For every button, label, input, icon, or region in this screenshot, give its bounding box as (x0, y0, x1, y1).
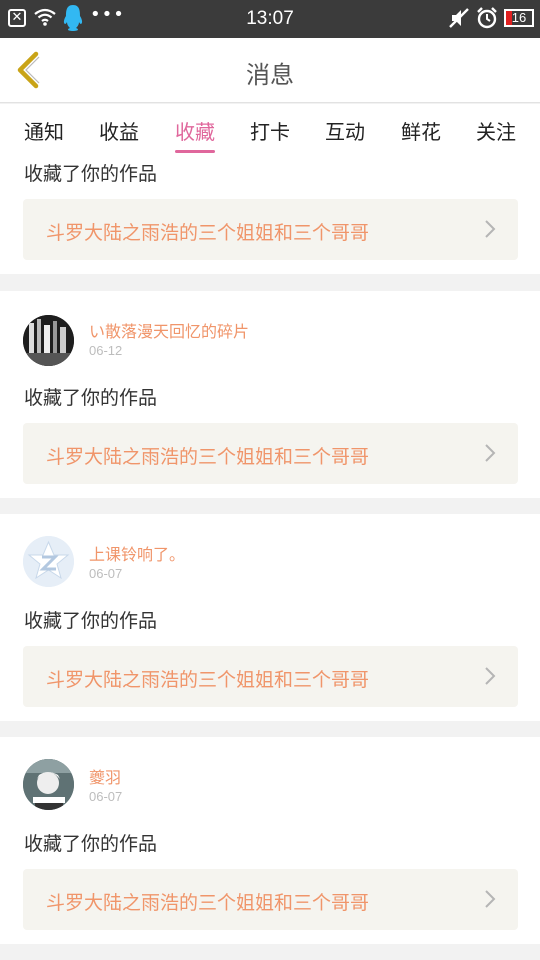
chevron-right-icon (485, 890, 496, 908)
work-title: 斗罗大陆之雨浩的三个姐姐和三个哥哥 (46, 446, 370, 468)
default-avatar-icon (23, 536, 74, 587)
avatar[interactable] (23, 315, 74, 366)
list-item: 夔羽 06-07 收藏了你的作品 斗罗大陆之雨浩的三个姐姐和三个哥哥 (0, 737, 540, 944)
alarm-icon (477, 7, 497, 29)
list-item: 收藏了你的作品 斗罗大陆之雨浩的三个姐姐和三个哥哥 (0, 156, 540, 274)
username[interactable]: 上课铃响了。 (89, 541, 185, 565)
status-bar: ✕ ••• 13:07 16 (0, 0, 540, 38)
tab-following[interactable]: 关注 (466, 116, 526, 145)
message-text: 收藏了你的作品 (24, 387, 158, 409)
mute-icon (449, 8, 469, 28)
tab-flowers[interactable]: 鲜花 (391, 116, 451, 145)
app-header: 消息 (0, 38, 540, 103)
work-title: 斗罗大陆之雨浩的三个姐姐和三个哥哥 (46, 892, 370, 914)
battery-level: 16 (511, 10, 527, 25)
tab-earnings[interactable]: 收益 (89, 116, 149, 145)
avatar[interactable] (23, 759, 74, 810)
message-text: 收藏了你的作品 (24, 833, 158, 855)
battery-icon: 16 (504, 9, 534, 27)
chevron-right-icon (485, 444, 496, 462)
work-link[interactable]: 斗罗大陆之雨浩的三个姐姐和三个哥哥 (23, 646, 518, 707)
avatar[interactable] (23, 536, 74, 587)
work-link[interactable]: 斗罗大陆之雨浩的三个姐姐和三个哥哥 (23, 423, 518, 484)
work-title: 斗罗大陆之雨浩的三个姐姐和三个哥哥 (46, 669, 370, 691)
tab-favorites[interactable]: 收藏 (165, 116, 225, 153)
page-title: 消息 (246, 61, 294, 89)
timestamp: 06-07 (89, 566, 123, 581)
tab-interaction[interactable]: 互动 (315, 116, 375, 145)
message-text: 收藏了你的作品 (24, 610, 158, 632)
list-item: い散落漫天回忆的碎片 06-12 收藏了你的作品 斗罗大陆之雨浩的三个姐姐和三个… (0, 291, 540, 498)
list-item: 上课铃响了。 06-07 收藏了你的作品 斗罗大陆之雨浩的三个姐姐和三个哥哥 (0, 514, 540, 721)
tab-notifications[interactable]: 通知 (14, 116, 74, 145)
timestamp: 06-12 (89, 343, 123, 358)
work-link[interactable]: 斗罗大陆之雨浩的三个姐姐和三个哥哥 (23, 199, 518, 260)
avatar-image (23, 759, 74, 810)
tab-bar: 通知 收益 收藏 打卡 互动 鲜花 关注 (0, 104, 540, 156)
message-text: 收藏了你的作品 (24, 163, 158, 185)
avatar-image (23, 315, 74, 366)
timestamp: 06-07 (89, 789, 123, 804)
username[interactable]: 夔羽 (89, 764, 121, 788)
work-link[interactable]: 斗罗大陆之雨浩的三个姐姐和三个哥哥 (23, 869, 518, 930)
tab-checkin[interactable]: 打卡 (240, 116, 300, 145)
chevron-right-icon (485, 667, 496, 685)
chevron-right-icon (485, 220, 496, 238)
work-title: 斗罗大陆之雨浩的三个姐姐和三个哥哥 (46, 222, 370, 244)
username[interactable]: い散落漫天回忆的碎片 (89, 318, 249, 342)
